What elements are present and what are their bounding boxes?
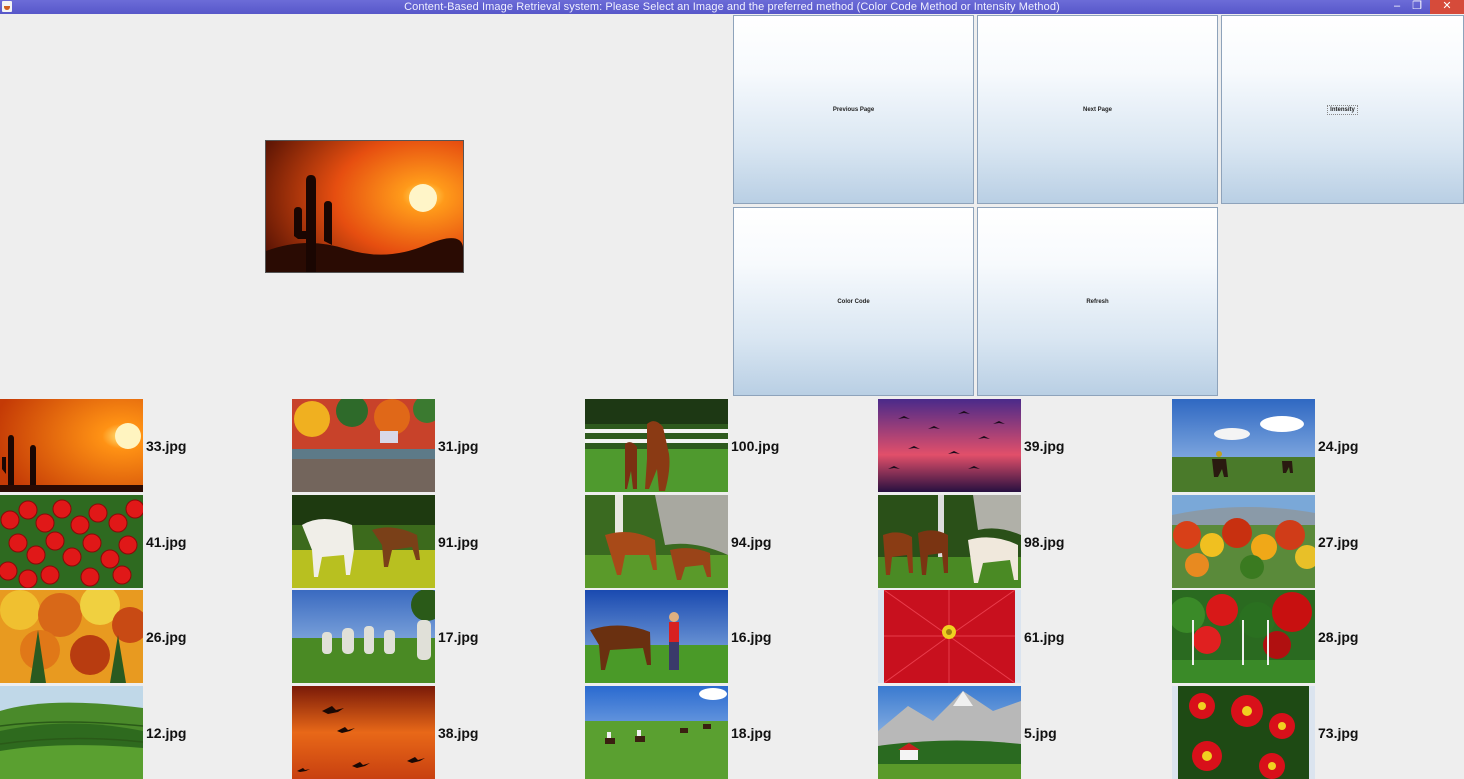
result-thumbnail[interactable] [1172,590,1315,683]
result-filename: 33.jpg [146,438,187,454]
result-filename: 41.jpg [146,534,187,550]
result-thumbnail[interactable] [585,399,728,492]
result-thumbnail[interactable] [292,590,435,683]
green-hills-image [0,686,143,779]
result-thumbnail[interactable] [1172,495,1315,588]
result-filename: 61.jpg [1024,629,1065,645]
result-filename: 38.jpg [438,725,479,741]
red-forest-image [1172,590,1315,683]
color-code-label: Color Code [837,298,870,305]
result-thumbnail[interactable] [878,399,1021,492]
window-title: Content-Based Image Retrieval system: Pl… [404,1,1060,13]
result-filename: 16.jpg [731,629,772,645]
result-filename: 28.jpg [1318,629,1359,645]
result-filename: 91.jpg [438,534,479,550]
tombstones-image [292,590,435,683]
result-thumbnail[interactable] [585,495,728,588]
cowboy-horse-image [585,590,728,683]
result-filename: 18.jpg [731,725,772,741]
sunset-image [0,399,143,492]
autumn-trees-image [1172,495,1315,588]
result-thumbnail[interactable] [292,686,435,779]
intensity-label: Intensity [1327,104,1358,115]
horses-rocks-image [585,495,728,588]
result-thumbnail[interactable] [292,495,435,588]
red-flower-image [878,590,1021,683]
horses-fence-image [585,399,728,492]
previous-page-button[interactable]: Previous Page [733,15,974,204]
result-filename: 100.jpg [731,438,780,454]
result-thumbnail[interactable] [0,399,143,492]
result-filename: 17.jpg [438,629,479,645]
red-primrose-image [1172,686,1315,779]
result-filename: 12.jpg [146,725,187,741]
horses-forest-image [878,495,1021,588]
result-thumbnail[interactable] [585,686,728,779]
next-page-button[interactable]: Next Page [977,15,1218,204]
result-thumbnail[interactable] [878,495,1021,588]
result-thumbnail[interactable] [585,590,728,683]
refresh-button[interactable]: Refresh [977,207,1218,396]
minimize-button[interactable]: – [1386,0,1408,14]
result-thumbnail[interactable] [1172,399,1315,492]
result-thumbnail[interactable] [0,590,143,683]
red-berries-image [0,495,143,588]
result-filename: 24.jpg [1318,438,1359,454]
cowboys-field-image [1172,399,1315,492]
result-filename: 94.jpg [731,534,772,550]
riders-field-image [585,686,728,779]
autumn-lake-image [292,399,435,492]
mountain-house-image [878,686,1021,779]
result-thumbnail[interactable] [0,686,143,779]
result-filename: 26.jpg [146,629,187,645]
result-filename: 98.jpg [1024,534,1065,550]
result-filename: 27.jpg [1318,534,1359,550]
result-thumbnail[interactable] [878,686,1021,779]
result-filename: 31.jpg [438,438,479,454]
birds-sky-image [878,399,1021,492]
result-thumbnail[interactable] [878,590,1021,683]
maximize-button[interactable]: ❐ [1406,0,1428,14]
selected-query-image[interactable] [265,140,464,273]
result-filename: 5.jpg [1024,725,1057,741]
close-button[interactable]: ✕ [1430,0,1464,14]
color-code-button[interactable]: Color Code [733,207,974,396]
result-filename: 39.jpg [1024,438,1065,454]
result-thumbnail[interactable] [1172,686,1315,779]
title-bar: Content-Based Image Retrieval system: Pl… [0,0,1464,14]
desert-sunset-image [266,141,463,272]
autumn-forest-image [0,590,143,683]
result-thumbnail[interactable] [0,495,143,588]
next-page-label: Next Page [1082,106,1112,113]
birds-orange-image [292,686,435,779]
intensity-button[interactable]: Intensity [1221,15,1464,204]
result-filename: 73.jpg [1318,725,1359,741]
horses-meadow-image [292,495,435,588]
previous-page-label: Previous Page [832,106,875,113]
result-thumbnail[interactable] [292,399,435,492]
refresh-label: Refresh [1086,298,1109,305]
